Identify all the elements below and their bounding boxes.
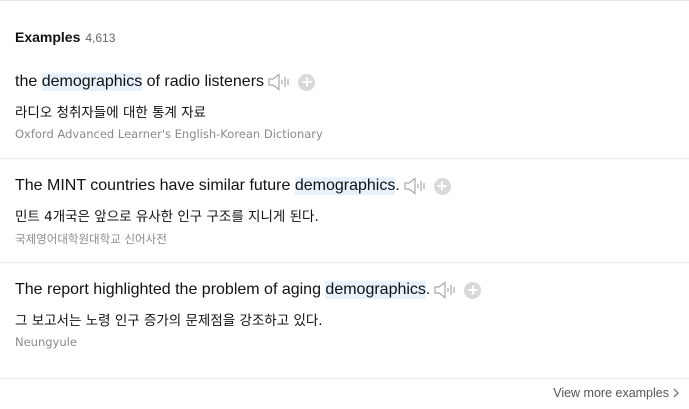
sentence-text: The MINT countries have similar future: [15, 177, 295, 194]
examples-header: Examples 4,613: [15, 29, 115, 45]
example-translation: 그 보고서는 노령 인구 증가의 문제점을 강조하고 있다.: [15, 313, 323, 329]
add-to-wordbook-icon[interactable]: [433, 177, 451, 195]
speaker-icon[interactable]: [404, 177, 428, 195]
sentence-text: .: [425, 281, 431, 298]
highlighted-term[interactable]: demographics: [325, 281, 426, 299]
sentence-text: .: [395, 177, 400, 194]
example-translation: 민트 4개국은 앞으로 유사한 인구 구조를 지니게 된다.: [15, 209, 319, 225]
example-source: 국제영어대학원대학교 신어사전: [15, 232, 167, 246]
example-sentence: the demographics of radio listeners: [15, 73, 316, 91]
example-divider: [0, 262, 689, 263]
sentence-text: the: [15, 73, 42, 90]
add-to-wordbook-icon[interactable]: [298, 73, 316, 91]
speaker-icon[interactable]: [268, 73, 292, 91]
example-sentence: The MINT countries have similar future d…: [15, 177, 451, 195]
examples-title: Examples: [15, 29, 81, 45]
examples-panel: Examples 4,613 the demographics of radio…: [0, 0, 689, 409]
view-more-examples-link[interactable]: View more examples: [553, 386, 680, 400]
speaker-icon[interactable]: [434, 281, 458, 299]
example-source: Neungyule: [15, 335, 77, 349]
footer-divider: [0, 378, 689, 379]
sentence-text: of radio listeners: [142, 73, 265, 90]
example-translation: 라디오 청취자들에 대한 통계 자료: [15, 105, 207, 121]
chevron-right-icon: [673, 388, 679, 398]
view-more-label: View more examples: [553, 386, 669, 400]
highlighted-term[interactable]: demographics: [294, 177, 396, 195]
examples-count: 4,613: [85, 31, 116, 45]
example-divider: [0, 158, 689, 159]
highlighted-term[interactable]: demographics: [41, 73, 143, 91]
sentence-text: The report highlighted the problem of ag…: [15, 281, 326, 298]
example-sentence: The report highlighted the problem of ag…: [15, 281, 482, 299]
top-divider: [0, 0, 689, 1]
add-to-wordbook-icon[interactable]: [464, 281, 482, 299]
example-source: Oxford Advanced Learner's English-Korean…: [15, 127, 323, 141]
